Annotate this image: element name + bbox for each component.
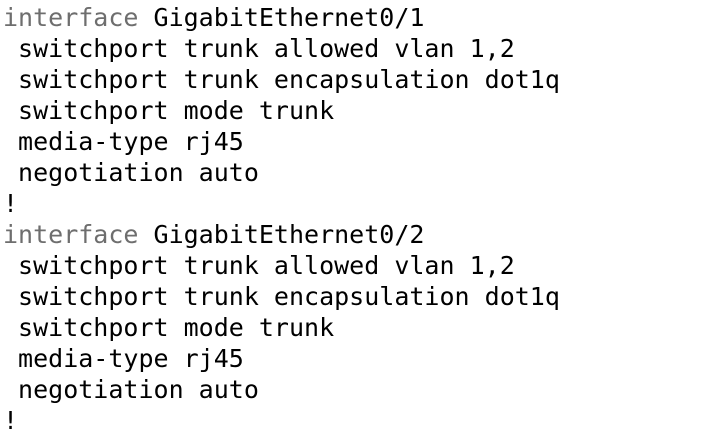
interface-name: GigabitEthernet0/1 <box>138 3 425 32</box>
config-line: media-type rj45 <box>3 344 244 373</box>
config-line: switchport mode trunk <box>3 313 335 342</box>
config-line: switchport trunk encapsulation dot1q <box>3 282 560 311</box>
interface-line-gi0-2: interface GigabitEthernet0/2 <box>3 219 703 250</box>
interface-keyword: interface <box>3 220 139 249</box>
interface-line-gi0-1: interface GigabitEthernet0/1 <box>3 2 703 33</box>
config-line: switchport mode trunk <box>3 96 335 125</box>
interface-keyword: interface <box>3 3 139 32</box>
block-terminator: ! <box>3 189 19 218</box>
config-line: switchport trunk allowed vlan 1,2 <box>3 34 515 63</box>
config-line: negotiation auto <box>3 158 259 187</box>
interface-name: GigabitEthernet0/2 <box>138 220 425 249</box>
config-line: switchport trunk allowed vlan 1,2 <box>3 251 515 280</box>
config-line: switchport trunk encapsulation dot1q <box>3 65 560 94</box>
config-line: negotiation auto <box>3 375 259 404</box>
config-line: media-type rj45 <box>3 127 244 156</box>
block-terminator: ! <box>3 406 19 435</box>
config-code-view: interface GigabitEthernet0/1 switchport … <box>3 2 703 437</box>
